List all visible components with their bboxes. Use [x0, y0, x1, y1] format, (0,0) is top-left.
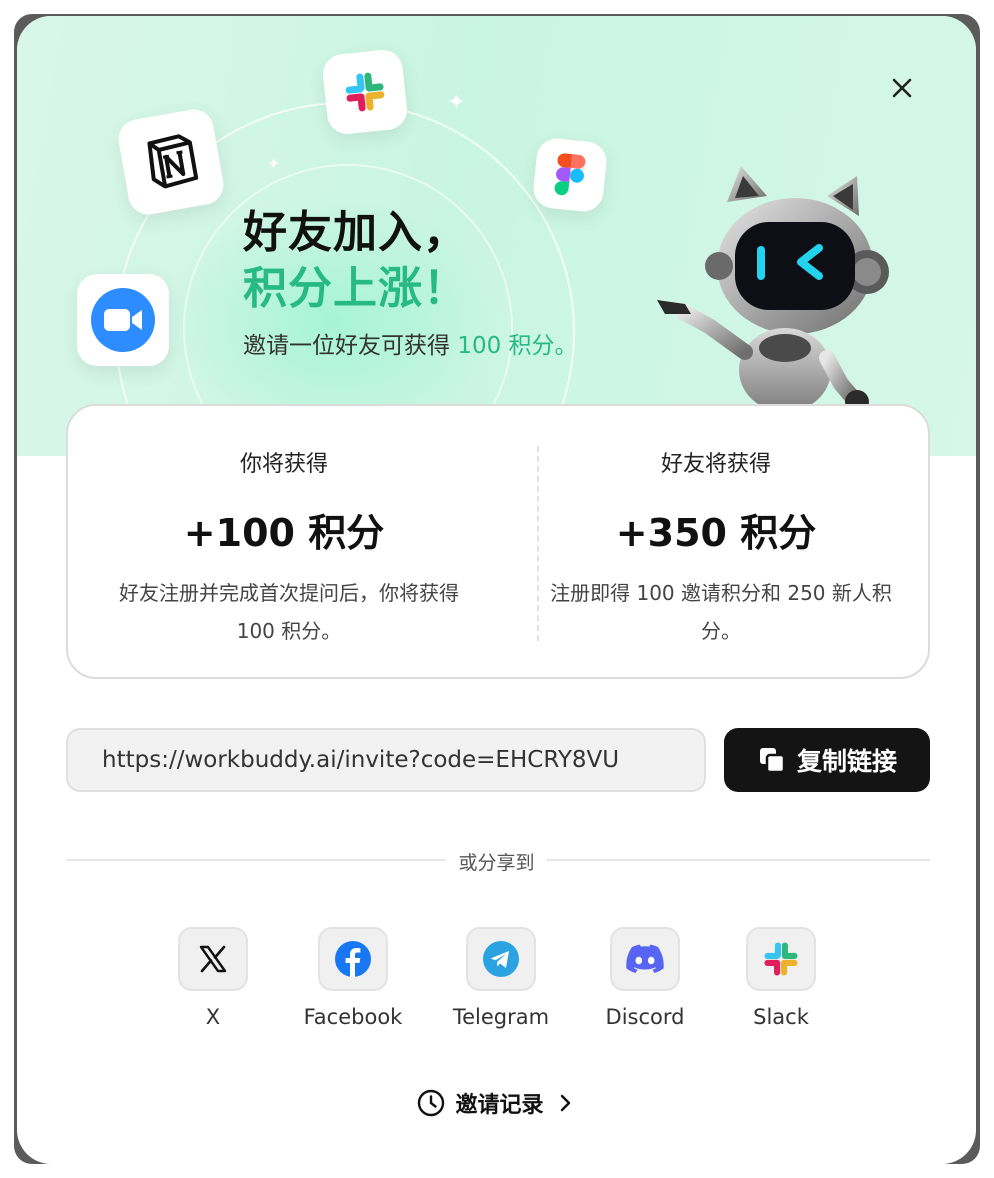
invite-history-label: 邀请记录	[455, 1093, 544, 1118]
hero-subtitle-points: 100 积分。	[457, 333, 578, 359]
reward-you-description: 好友注册并完成首次提问后，你将获得 100 积分。	[119, 581, 459, 643]
reward-you: 你将获得 +100 积分 好友注册并完成首次提问后，你将获得 100 积分。	[68, 406, 500, 677]
share-facebook-button[interactable]: Facebook	[298, 927, 408, 1029]
share-x-label: X	[205, 1005, 221, 1029]
sparkle-icon: ✦	[267, 154, 281, 173]
share-slack-label: Slack	[753, 1005, 809, 1029]
chevron-right-icon	[560, 1094, 570, 1112]
figma-icon	[531, 136, 609, 214]
copy-link-button[interactable]: 复制链接	[724, 728, 930, 792]
hero-title-highlight: 积分上涨！	[243, 263, 468, 314]
share-x-button[interactable]: X	[158, 927, 268, 1029]
rewards-card: 你将获得 +100 积分 好友注册并完成首次提问后，你将获得 100 积分。 好…	[66, 404, 930, 679]
zoom-icon	[77, 274, 169, 366]
invite-modal: ✦ ✦ 好友加入， 积分上涨！ 邀请一位好友可获得 100 积分。 你将获得 +…	[17, 16, 976, 1164]
invite-history-link[interactable]: 邀请记录	[17, 1087, 976, 1119]
share-discord-label: Discord	[605, 1005, 685, 1029]
hero-subtitle-text: 邀请一位好友可获得	[243, 333, 458, 359]
share-telegram-button[interactable]: Telegram	[446, 927, 556, 1029]
notion-icon	[115, 106, 227, 218]
copy-icon	[759, 748, 786, 774]
facebook-icon	[318, 927, 388, 991]
invite-link-field[interactable]: https://workbuddy.ai/invite?code=EHCRY8V…	[66, 728, 706, 792]
slack-icon	[321, 48, 409, 136]
share-facebook-label: Facebook	[303, 1005, 403, 1029]
close-button[interactable]	[886, 72, 918, 104]
reward-friend: 好友将获得 +350 积分 注册即得 100 邀请积分和 250 新人积分。	[500, 406, 932, 677]
x-icon	[178, 927, 248, 991]
reward-you-value: +100 积分	[183, 511, 385, 555]
share-discord-button[interactable]: Discord	[590, 927, 700, 1029]
hero-subtitle: 邀请一位好友可获得 100 积分。	[243, 326, 578, 360]
share-slack-button[interactable]: Slack	[726, 927, 836, 1029]
share-divider-text: 或分享到	[458, 852, 535, 874]
reward-friend-description: 注册即得 100 邀请积分和 250 新人积分。	[550, 581, 892, 643]
sparkle-icon: ✦	[447, 90, 466, 115]
clock-icon	[418, 1089, 445, 1117]
slack-icon	[746, 927, 816, 991]
reward-friend-value: +350 积分	[615, 511, 817, 555]
copy-link-label: 复制链接	[796, 747, 897, 776]
telegram-icon	[466, 927, 536, 991]
discord-icon	[610, 927, 680, 991]
hero-banner: ✦ ✦ 好友加入， 积分上涨！ 邀请一位好友可获得 100 积分。	[17, 16, 976, 562]
close-icon	[892, 78, 912, 98]
reward-friend-label: 好友将获得	[660, 452, 771, 477]
robot-mascot	[657, 166, 889, 414]
reward-you-label: 你将获得	[239, 452, 328, 477]
hero-title: 好友加入，	[243, 207, 468, 258]
share-telegram-label: Telegram	[452, 1005, 550, 1029]
